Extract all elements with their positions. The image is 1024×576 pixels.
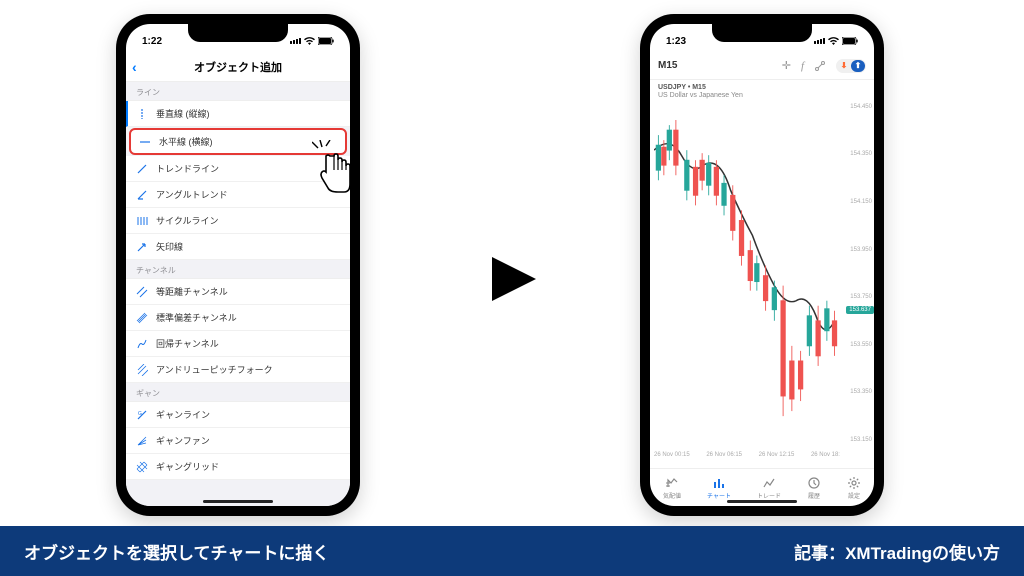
wifi-icon bbox=[828, 37, 839, 45]
candlestick-chart bbox=[654, 105, 840, 446]
section-header-gann: ギャン bbox=[126, 383, 350, 402]
transition-arrow bbox=[482, 249, 542, 314]
status-time: 1:23 bbox=[666, 36, 686, 47]
list-item-stddev[interactable]: 標準偏差チャンネル bbox=[126, 305, 350, 331]
svg-text:G: G bbox=[138, 411, 142, 417]
indicator-icon[interactable]: f bbox=[801, 60, 804, 72]
list-item-label: ギャンライン bbox=[156, 408, 210, 421]
list-item-label: 水平線 (横線) bbox=[159, 135, 213, 148]
arrow-icon bbox=[136, 241, 148, 253]
list-item-gannline[interactable]: G ギャンライン bbox=[126, 402, 350, 428]
equidistant-icon bbox=[136, 286, 148, 298]
footer-source: 記事：XMTradingの使い方 bbox=[794, 539, 1000, 564]
section-header-channel: チャンネル bbox=[126, 260, 350, 279]
list-item-label: アングルトレンド bbox=[156, 188, 228, 201]
list-item-label: サイクルライン bbox=[156, 214, 219, 227]
list-item-label: 垂直線 (縦線) bbox=[156, 107, 210, 120]
list-item-trendline[interactable]: トレンドライン bbox=[126, 156, 350, 182]
battery-icon bbox=[842, 37, 858, 45]
y-axis: 154.450 154.350 154.150 153.950 153.750 … bbox=[842, 101, 872, 446]
wifi-icon bbox=[304, 37, 315, 45]
list-item-angletrend[interactable]: アングルトレンド bbox=[126, 182, 350, 208]
crosshair-icon[interactable]: ✛ bbox=[782, 59, 791, 72]
nav-quotes[interactable]: 気配値 bbox=[663, 476, 681, 500]
stddev-icon bbox=[136, 312, 148, 324]
list-item-gannfan[interactable]: ギャンファン bbox=[126, 428, 350, 454]
vertical-line-icon bbox=[136, 108, 148, 120]
list-item-label: ギャングリッド bbox=[156, 460, 219, 473]
list-item-label: ギャンファン bbox=[156, 434, 210, 447]
back-button[interactable]: ‹ bbox=[132, 59, 137, 75]
list-item-pitchfork[interactable]: アンドリューピッチフォーク bbox=[126, 357, 350, 383]
cycle-icon bbox=[136, 215, 148, 227]
list-item-label: アンドリューピッチフォーク bbox=[156, 363, 273, 376]
phone-right: 1:23 M15 ✛ f ⬇⬆ USDJ bbox=[640, 14, 884, 516]
price-tag: 153.637 bbox=[846, 306, 874, 314]
list-item-label: 矢印線 bbox=[156, 240, 183, 253]
header: ‹ オブジェクト追加 bbox=[126, 52, 350, 82]
notch bbox=[712, 24, 812, 42]
chart-area[interactable]: 154.450 154.350 154.150 153.950 153.750 … bbox=[650, 101, 874, 468]
object-list: ライン 垂直線 (縦線) 水平線 (横線) トレンドライン アングルトレンド bbox=[126, 82, 350, 506]
home-indicator bbox=[203, 500, 273, 503]
footer-bar: オブジェクトを選択してチャートに描く 記事：XMTradingの使い方 bbox=[0, 526, 1024, 576]
nav-settings[interactable]: 設定 bbox=[847, 476, 861, 500]
status-indicators bbox=[814, 37, 858, 45]
list-item-label: トレンドライン bbox=[156, 162, 219, 175]
status-time: 1:22 bbox=[142, 36, 162, 47]
chart-symbol: USDJPY • M15 bbox=[658, 84, 866, 92]
angle-trend-icon bbox=[136, 189, 148, 201]
pitchfork-icon bbox=[136, 364, 148, 376]
nav-chart[interactable]: チャート bbox=[707, 476, 731, 500]
gann-fan-icon bbox=[136, 435, 148, 447]
x-axis: 26 Nov 00:15 26 Nov 06:15 26 Nov 12:15 2… bbox=[654, 452, 840, 458]
chart-header: M15 ✛ f ⬇⬆ bbox=[650, 52, 874, 80]
gann-grid-icon bbox=[136, 461, 148, 473]
notch bbox=[188, 24, 288, 42]
list-item-regression[interactable]: 回帰チャンネル bbox=[126, 331, 350, 357]
home-indicator bbox=[727, 500, 797, 503]
list-item-vertical-line[interactable]: 垂直線 (縦線) bbox=[126, 101, 350, 127]
chart-desc: US Dollar vs Japanese Yen bbox=[658, 92, 866, 100]
page-title: オブジェクト追加 bbox=[194, 59, 282, 75]
list-item-label: 等距離チャンネル bbox=[156, 285, 228, 298]
footer-caption: オブジェクトを選択してチャートに描く bbox=[24, 539, 329, 564]
gann-line-icon: G bbox=[136, 409, 148, 421]
list-item-cycleline[interactable]: サイクルライン bbox=[126, 208, 350, 234]
list-item-label: 回帰チャンネル bbox=[156, 337, 219, 350]
list-item-equidistant[interactable]: 等距離チャンネル bbox=[126, 279, 350, 305]
nav-trade[interactable]: トレード bbox=[757, 476, 781, 500]
list-item-ganngrid[interactable]: ギャングリッド bbox=[126, 454, 350, 480]
list-item-label: 標準偏差チャンネル bbox=[156, 311, 237, 324]
status-indicators bbox=[290, 37, 334, 45]
nav-history[interactable]: 履歴 bbox=[807, 476, 821, 500]
battery-icon bbox=[318, 37, 334, 45]
section-header-line: ライン bbox=[126, 82, 350, 101]
trendline-icon bbox=[136, 163, 148, 175]
horizontal-line-icon bbox=[139, 136, 151, 148]
chart-info: USDJPY • M15 US Dollar vs Japanese Yen bbox=[650, 80, 874, 101]
list-item-horizontal-line[interactable]: 水平線 (横線) bbox=[129, 128, 347, 155]
buy-sell-toggle[interactable]: ⬇⬆ bbox=[836, 59, 866, 73]
object-icon[interactable] bbox=[814, 60, 826, 72]
regression-icon bbox=[136, 338, 148, 350]
list-item-arrow-line[interactable]: 矢印線 bbox=[126, 234, 350, 260]
timeframe-label[interactable]: M15 bbox=[658, 60, 677, 71]
phone-left: 1:22 ‹ オブジェクト追加 ライン 垂直線 (縦線) bbox=[116, 14, 360, 516]
